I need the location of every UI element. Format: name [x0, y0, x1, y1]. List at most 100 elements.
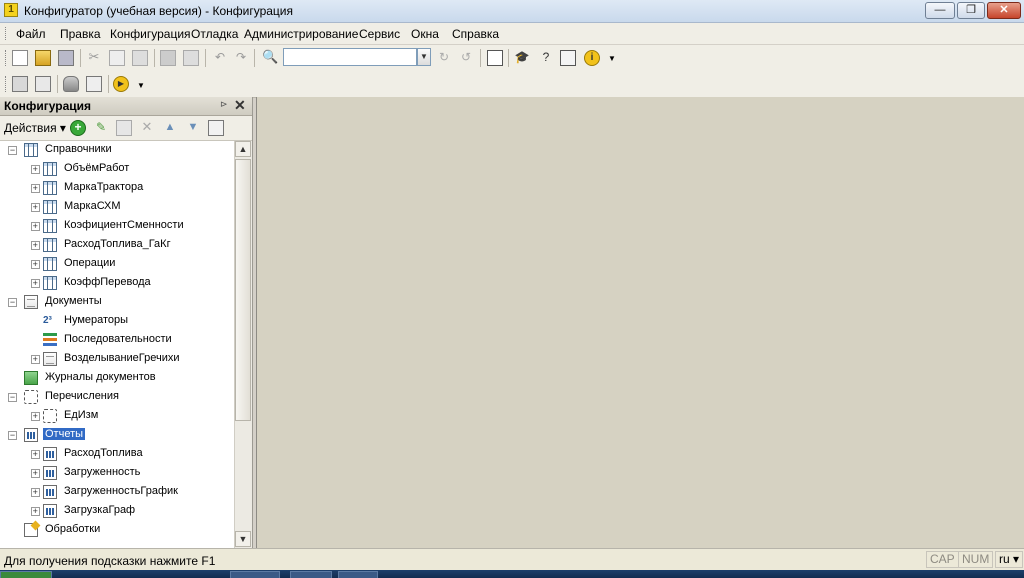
debug-dropdown-icon[interactable]: ▼ — [133, 79, 149, 95]
taskbar-app-button[interactable] — [230, 571, 280, 578]
print-icon[interactable] — [160, 50, 176, 66]
expand-icon[interactable]: + — [30, 184, 40, 193]
expand-icon[interactable]: + — [30, 260, 40, 269]
menu-edit[interactable]: Правка — [60, 27, 101, 41]
tree-item[interactable]: Журналы документов — [0, 369, 234, 388]
expand-icon[interactable]: + — [30, 279, 40, 288]
tree-item[interactable]: + КоэфициентСменности — [0, 217, 234, 236]
start-button[interactable] — [0, 571, 52, 578]
edit-icon[interactable]: ✎ — [93, 120, 109, 136]
expand-icon[interactable]: + — [30, 412, 40, 421]
scroll-thumb[interactable] — [235, 159, 251, 421]
tree-item[interactable]: − Справочники — [0, 141, 234, 160]
print-preview-icon[interactable] — [183, 50, 199, 66]
expand-icon[interactable]: + — [30, 488, 40, 497]
menu-grip[interactable] — [5, 27, 8, 40]
scroll-up-button[interactable]: ▲ — [235, 141, 251, 157]
tree-item[interactable]: + ЕдИзм — [0, 407, 234, 426]
tree-scrollbar[interactable]: ▲ ▼ — [234, 141, 252, 548]
new-file-icon[interactable] — [12, 50, 28, 66]
taskbar-app-button[interactable] — [290, 571, 332, 578]
tree-item[interactable]: Обработки — [0, 521, 234, 540]
collapse-icon[interactable]: − — [8, 298, 17, 307]
menu-debug[interactable]: Отладка — [191, 27, 238, 41]
menu-file[interactable]: Файл — [16, 27, 46, 41]
database-icon[interactable] — [63, 76, 79, 92]
close-window-button[interactable]: ✕ — [987, 2, 1021, 19]
assistant-icon[interactable]: 🎓 — [514, 50, 530, 66]
move-down-icon[interactable]: ▼ — [185, 120, 201, 136]
expand-icon[interactable]: + — [30, 469, 40, 478]
tree-item[interactable]: + Загруженность — [0, 464, 234, 483]
toolbar-grip[interactable] — [5, 76, 8, 92]
save-icon[interactable] — [58, 50, 74, 66]
copy-icon[interactable] — [109, 50, 125, 66]
pin-icon[interactable]: ⊳ — [220, 99, 228, 110]
toolbar-overflow-icon[interactable]: ▼ — [604, 52, 620, 68]
collapse-icon[interactable]: − — [8, 393, 17, 402]
help-search-icon[interactable]: ? — [538, 50, 554, 66]
tree-item[interactable]: + КоэффПеревода — [0, 274, 234, 293]
taskbar-app-button[interactable] — [338, 571, 378, 578]
minimize-button[interactable]: — — [925, 2, 955, 19]
start-debug-icon[interactable]: ▶ — [113, 76, 129, 92]
search-icon[interactable]: 🔍 — [262, 50, 278, 66]
tree-item[interactable]: − Документы — [0, 293, 234, 312]
find-next-icon[interactable]: ↻ — [436, 50, 452, 66]
panel-close-icon[interactable]: ✕ — [234, 97, 246, 114]
language-indicator[interactable]: ru ▾ — [995, 551, 1024, 568]
tree-item[interactable]: − Отчеты — [0, 426, 234, 445]
info-icon[interactable]: i — [584, 50, 600, 66]
tree-item-label: Перечисления — [45, 390, 119, 402]
open-folder-icon[interactable] — [35, 50, 51, 66]
tree-item[interactable]: − Перечисления — [0, 388, 234, 407]
tree-item[interactable]: + Операции — [0, 255, 234, 274]
menu-configuration[interactable]: Конфигурация — [110, 27, 191, 41]
move-up-icon[interactable]: ▲ — [162, 120, 178, 136]
find-previous-icon[interactable]: ↺ — [458, 50, 474, 66]
collapse-icon[interactable]: − — [8, 146, 17, 155]
actions-menu-button[interactable]: Действия ▾ — [4, 121, 66, 135]
expand-icon[interactable]: + — [30, 450, 40, 459]
collapse-icon[interactable]: − — [8, 431, 17, 440]
expand-icon[interactable]: + — [30, 165, 40, 174]
expand-icon[interactable]: + — [30, 222, 40, 231]
delete-icon[interactable]: ✕ — [139, 120, 155, 136]
tree-item[interactable]: 2³ Нумераторы — [0, 312, 234, 331]
windows-list-icon[interactable] — [487, 50, 503, 66]
menu-service[interactable]: Сервис — [359, 27, 400, 41]
search-dropdown-icon[interactable]: ▼ — [417, 48, 431, 66]
search-input[interactable] — [283, 48, 417, 66]
add-icon[interactable]: + — [70, 120, 86, 136]
tree-item[interactable]: + МаркаСХМ — [0, 198, 234, 217]
menu-administration[interactable]: Администрирование — [244, 27, 358, 41]
sort-list-icon[interactable] — [208, 120, 224, 136]
expand-icon[interactable]: + — [30, 355, 40, 364]
help-contents-icon[interactable] — [560, 50, 576, 66]
maximize-button[interactable]: ❐ — [957, 2, 985, 19]
tree-item[interactable]: Последовательности — [0, 331, 234, 350]
tree-item[interactable]: + МаркаТрактора — [0, 179, 234, 198]
tree-item[interactable]: + РасходТоплива_ГаКг — [0, 236, 234, 255]
tree-item[interactable]: + ЗагруженностьГрафик — [0, 483, 234, 502]
redo-icon[interactable]: ↷ — [233, 50, 249, 66]
expand-icon[interactable]: + — [30, 241, 40, 250]
toolbar-grip[interactable] — [5, 50, 8, 66]
config-tree-icon[interactable] — [35, 76, 51, 92]
open-config-icon[interactable] — [12, 76, 28, 92]
undo-icon[interactable]: ↶ — [212, 50, 228, 66]
tree-item[interactable]: + ВозделываниеГречихи — [0, 350, 234, 369]
tree-item[interactable]: + ОбъёмРабот — [0, 160, 234, 179]
menu-help[interactable]: Справка — [452, 27, 499, 41]
paste-icon[interactable] — [132, 50, 148, 66]
scroll-down-button[interactable]: ▼ — [235, 531, 251, 547]
tree-item-label: Документы — [45, 295, 102, 307]
expand-icon[interactable]: + — [30, 203, 40, 212]
expand-icon[interactable]: + — [30, 507, 40, 516]
menu-windows[interactable]: Окна — [411, 27, 439, 41]
cut-icon[interactable]: ✂ — [86, 50, 102, 66]
tree-item[interactable]: + РасходТоплива — [0, 445, 234, 464]
window-icon[interactable] — [86, 76, 102, 92]
copy-item-icon[interactable] — [116, 120, 132, 136]
tree-item[interactable]: + ЗагрузкаГраф — [0, 502, 234, 521]
